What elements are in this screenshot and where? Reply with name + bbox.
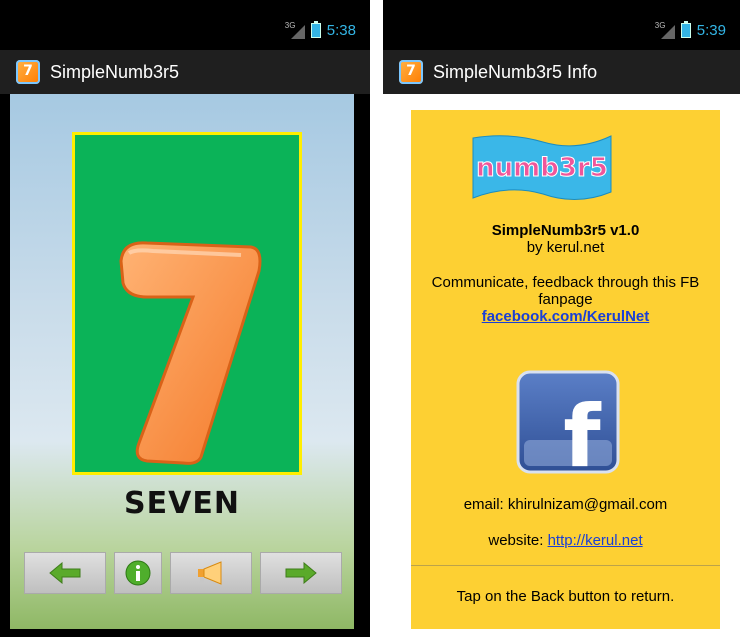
status-time: 5:39 [696, 22, 726, 39]
communicate-line-1: Communicate, feedback through this FB [431, 274, 700, 291]
divider [411, 565, 720, 566]
battery-icon [680, 21, 691, 38]
app-title: SimpleNumb3r5 Info [433, 61, 598, 82]
main-screen: 3G 5:38 7 SimpleNumb3r5 SEVEN [0, 0, 370, 637]
previous-button[interactable] [24, 552, 106, 594]
signal-icon: 3G [285, 21, 305, 39]
number-display-area: SEVEN [10, 94, 354, 629]
signal-icon: 3G [655, 21, 675, 39]
speak-button[interactable] [170, 552, 253, 594]
svg-text:numb3r5: numb3r5 [476, 153, 608, 183]
website-link[interactable]: http://kerul.net [548, 532, 643, 549]
communicate-line-2: fanpage [538, 291, 593, 308]
app-icon[interactable]: 7 [399, 60, 423, 84]
info-icon [125, 560, 151, 586]
megaphone-icon [198, 561, 222, 585]
info-button[interactable] [113, 552, 163, 594]
facebook-icon[interactable]: f [516, 370, 620, 474]
version-line: SimpleNumb3r5 v1.0 [491, 222, 640, 239]
number-card[interactable] [72, 132, 302, 475]
back-hint: Tap on the Back button to return. [456, 588, 675, 605]
control-bar [24, 552, 342, 594]
info-panel: numb3r5 SimpleNumb3r5 v1.0 by kerul.net … [411, 110, 720, 629]
app-icon[interactable]: 7 [16, 60, 40, 84]
author-line: by kerul.net [526, 239, 605, 256]
email-line: email: khirulnizam@gmail.com [463, 496, 668, 513]
action-bar: 7 SimpleNumb3r5 [0, 50, 370, 94]
seven-digit-graphic [119, 241, 262, 465]
svg-text:f: f [563, 387, 602, 474]
website-label: website: [488, 532, 548, 549]
app-title: SimpleNumb3r5 [50, 61, 180, 82]
facebook-link[interactable]: facebook.com/KerulNet [482, 308, 650, 325]
status-bar: 3G 5:38 [0, 8, 370, 50]
numb3r5-logo: numb3r5 [472, 135, 612, 201]
back-arrow-icon [49, 562, 81, 584]
action-bar: 7 SimpleNumb3r5 Info [383, 50, 740, 94]
forward-arrow-icon [285, 562, 317, 584]
status-bar: 3G 5:39 [383, 8, 740, 50]
next-button[interactable] [260, 552, 342, 594]
number-word: SEVEN [124, 486, 240, 521]
info-screen: 3G 5:39 7 SimpleNumb3r5 Info numb3r5 Sim… [383, 0, 740, 637]
status-time: 5:38 [326, 22, 356, 39]
battery-icon [310, 21, 321, 38]
